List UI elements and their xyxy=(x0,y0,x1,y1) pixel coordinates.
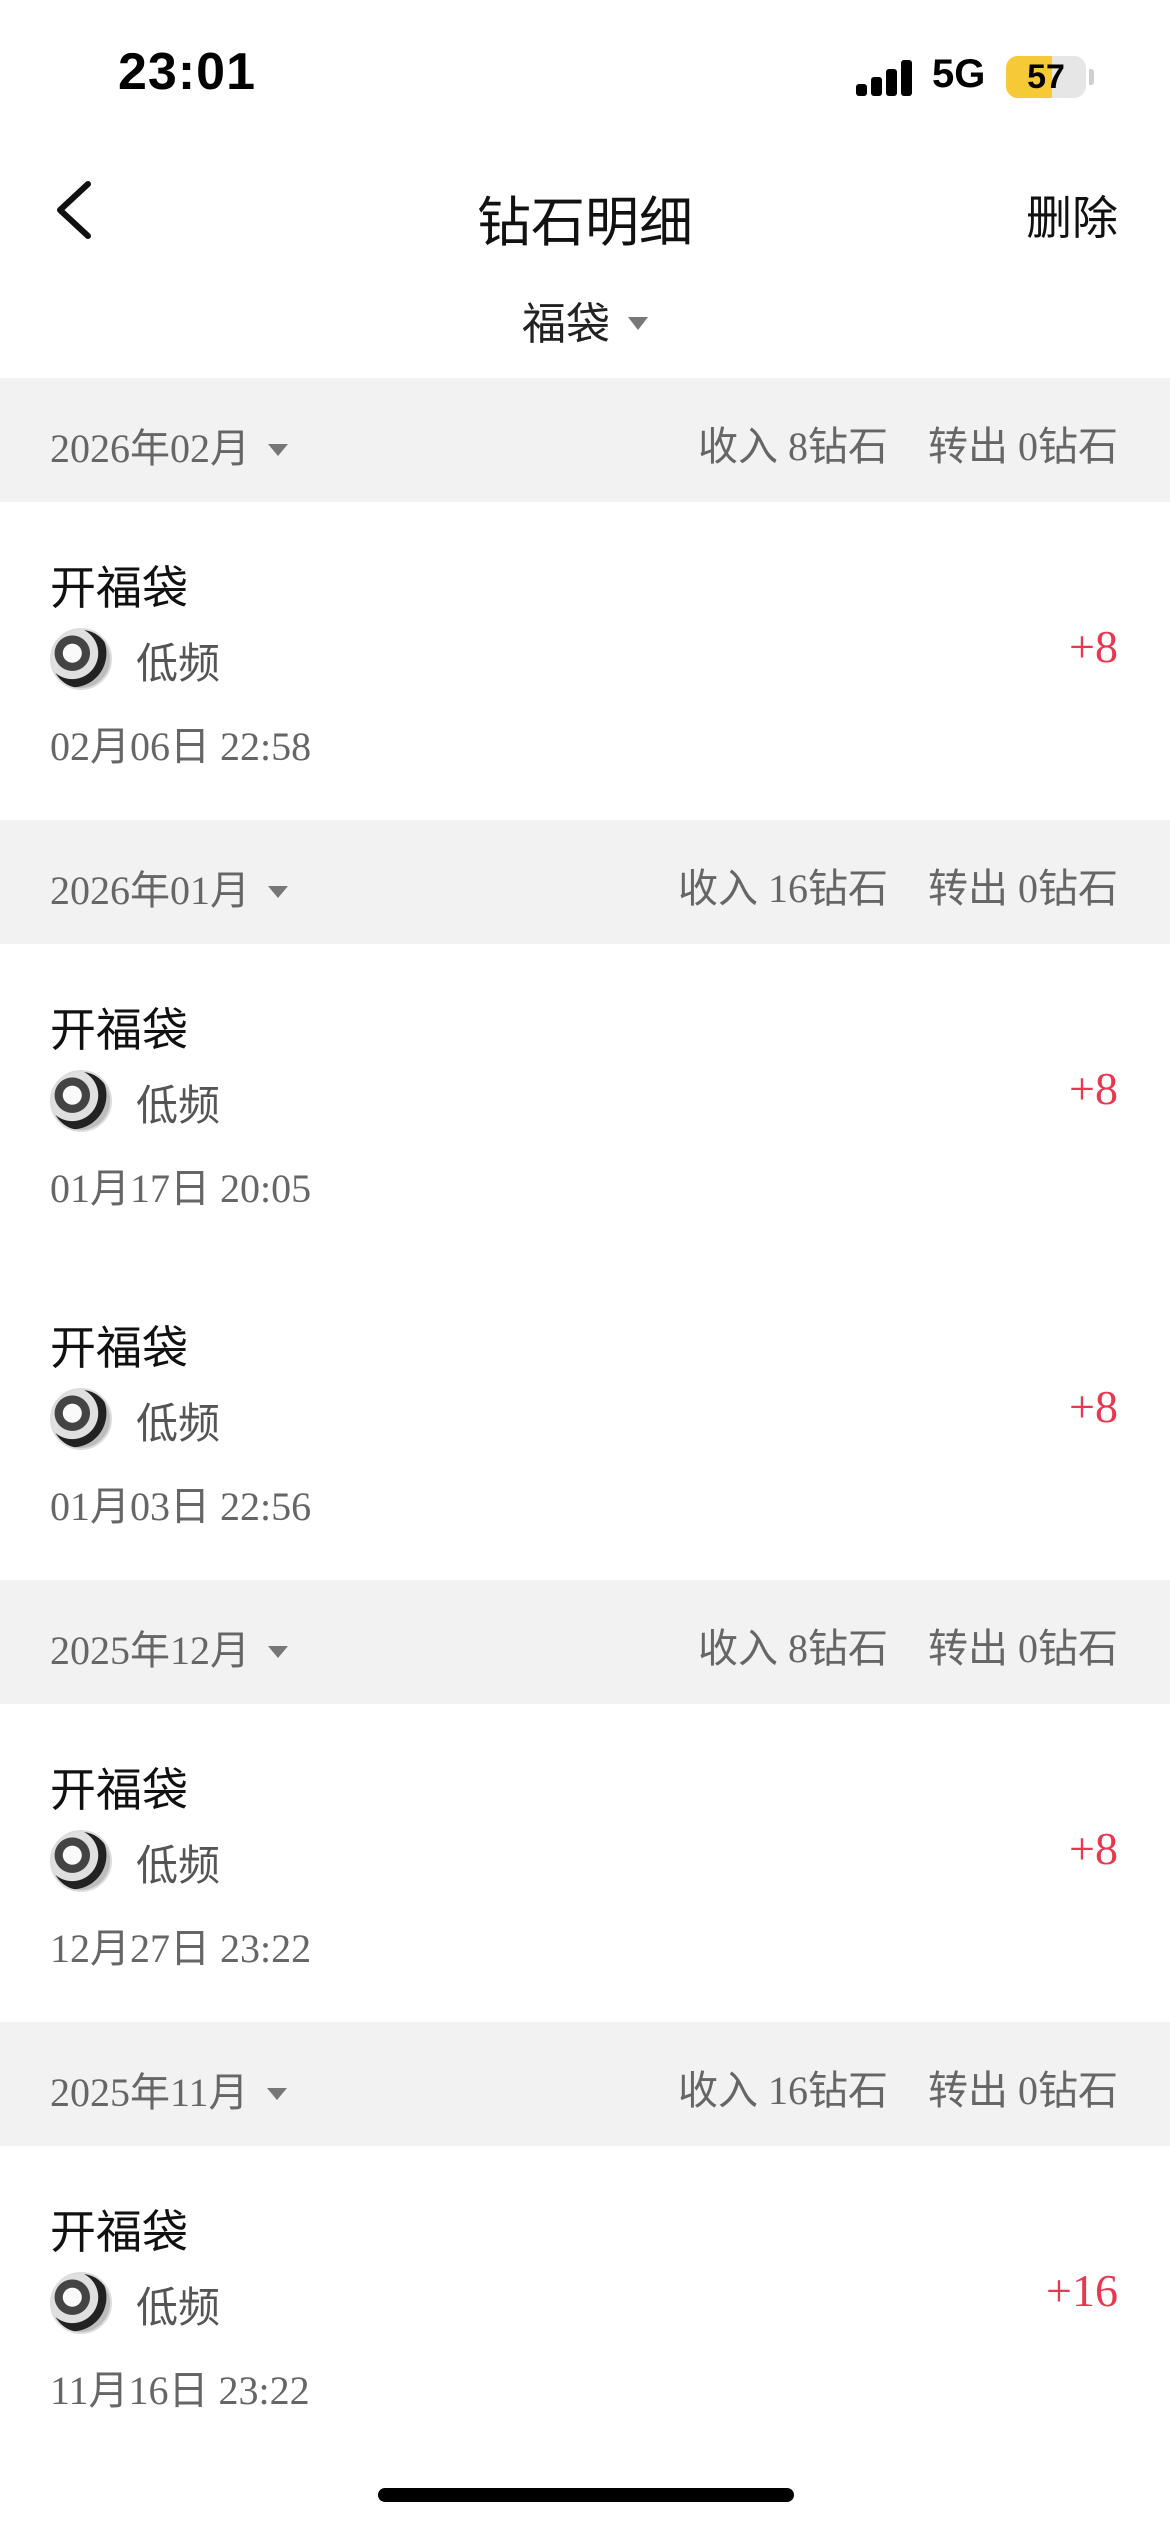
network-type: 5G xyxy=(932,52,986,96)
record-amount: +8 xyxy=(1069,1823,1118,1874)
month-summary: 收入 8钻石 转出 0钻石 xyxy=(658,1616,1118,1674)
month-selector[interactable]: 2025年11月 xyxy=(50,2060,287,2118)
avatar xyxy=(50,1070,112,1132)
month-summary: 收入 16钻石 转出 0钻石 xyxy=(638,2058,1118,2116)
delete-button[interactable]: 删除 xyxy=(1026,182,1118,248)
month-selector[interactable]: 2026年02月 xyxy=(50,416,288,474)
avatar xyxy=(50,1830,112,1892)
month-selector[interactable]: 2025年12月 xyxy=(50,1618,288,1676)
cellular-signal-icon xyxy=(856,60,914,96)
record-user: 低频 xyxy=(136,1081,221,1130)
status-time: 23:01 xyxy=(118,43,256,101)
list-item[interactable]: 开福袋 低频 11月16日 23:22 +16 xyxy=(0,2146,1170,2464)
list-item[interactable]: 开福袋 低频 12月27日 23:22 +8 xyxy=(0,1704,1170,2022)
list-item[interactable]: 开福袋 低频 01月03日 22:56 +8 xyxy=(0,1262,1170,1580)
transaction-list: 2026年02月 收入 8钻石 转出 0钻石 开福袋 低频 02月06日 22:5… xyxy=(0,378,1170,2464)
record-title: 开福袋 xyxy=(50,1003,188,1057)
caret-down-icon xyxy=(266,2088,287,2100)
month-header[interactable]: 2026年01月 收入 16钻石 转出 0钻石 xyxy=(0,820,1170,944)
month-label: 2025年11月 xyxy=(50,2070,249,2115)
month-outgoing: 转出 0钻石 xyxy=(928,1626,1118,1671)
avatar xyxy=(50,628,112,690)
record-title: 开福袋 xyxy=(50,2205,188,2259)
battery-cap xyxy=(1089,69,1094,85)
caret-down-icon xyxy=(628,316,648,330)
record-time: 01月03日 22:56 xyxy=(50,1484,312,1529)
month-outgoing: 转出 0钻石 xyxy=(928,866,1118,911)
record-title: 开福袋 xyxy=(50,1763,188,1817)
record-user: 低频 xyxy=(136,1399,221,1448)
month-outgoing: 转出 0钻石 xyxy=(928,2068,1118,2113)
avatar xyxy=(50,2272,112,2334)
record-amount: +8 xyxy=(1069,1063,1118,1114)
caret-down-icon xyxy=(268,886,288,898)
record-amount: +8 xyxy=(1069,621,1118,672)
nav-bar: 钻石明细 删除 xyxy=(0,150,1170,270)
month-header[interactable]: 2026年02月 收入 8钻石 转出 0钻石 xyxy=(0,378,1170,502)
month-label: 2025年12月 xyxy=(50,1628,250,1673)
record-user: 低频 xyxy=(136,639,221,688)
record-time: 01月17日 20:05 xyxy=(50,1166,312,1211)
month-income: 收入 8钻石 xyxy=(698,1626,888,1671)
record-title: 开福袋 xyxy=(50,561,188,615)
record-time: 02月06日 22:58 xyxy=(50,724,312,769)
month-income: 收入 16钻石 xyxy=(678,866,888,911)
caret-down-icon xyxy=(268,444,288,456)
battery-percent: 57 xyxy=(1027,57,1065,96)
record-time: 11月16日 23:22 xyxy=(50,2368,310,2413)
page-title: 钻石明细 xyxy=(477,191,693,254)
battery-icon: 57 xyxy=(1006,56,1086,98)
month-income: 收入 16钻石 xyxy=(678,2068,888,2113)
category-filter[interactable]: 福袋 xyxy=(0,288,1170,352)
avatar xyxy=(50,1388,112,1450)
month-label: 2026年01月 xyxy=(50,868,250,913)
record-user: 低频 xyxy=(136,2283,221,2332)
month-header[interactable]: 2025年12月 收入 8钻石 转出 0钻石 xyxy=(0,1580,1170,1704)
month-summary: 收入 16钻石 转出 0钻石 xyxy=(638,856,1118,914)
record-amount: +8 xyxy=(1069,1381,1118,1432)
month-selector[interactable]: 2026年01月 xyxy=(50,858,288,916)
month-label: 2026年02月 xyxy=(50,426,250,471)
month-outgoing: 转出 0钻石 xyxy=(928,424,1118,469)
month-header[interactable]: 2025年11月 收入 16钻石 转出 0钻石 xyxy=(0,2022,1170,2146)
record-time: 12月27日 23:22 xyxy=(50,1926,312,1971)
record-title: 开福袋 xyxy=(50,1321,188,1375)
record-amount: +16 xyxy=(1046,2265,1118,2316)
home-indicator[interactable] xyxy=(378,2488,794,2502)
record-user: 低频 xyxy=(136,1841,221,1890)
list-item[interactable]: 开福袋 低频 02月06日 22:58 +8 xyxy=(0,502,1170,820)
list-item[interactable]: 开福袋 低频 01月17日 20:05 +8 xyxy=(0,944,1170,1262)
month-income: 收入 8钻石 xyxy=(698,424,888,469)
month-summary: 收入 8钻石 转出 0钻石 xyxy=(658,414,1118,472)
filter-label: 福袋 xyxy=(522,299,610,350)
status-bar: 23:01 5G 57 xyxy=(0,0,1170,150)
caret-down-icon xyxy=(268,1646,288,1658)
